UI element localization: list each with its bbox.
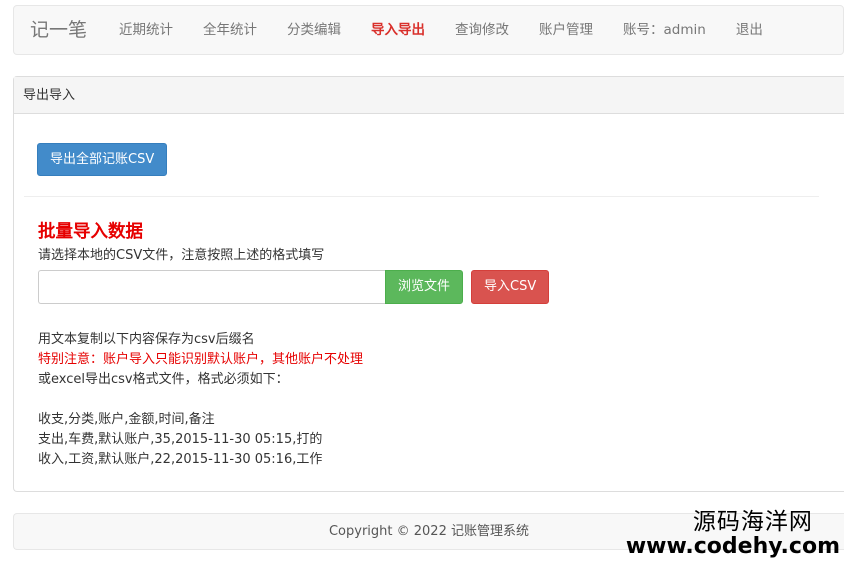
import-instructions: 用文本复制以下内容保存为csv后缀名 特别注意：账户导入只能识别默认账户，其他账… — [38, 330, 363, 470]
nav-query-modify[interactable]: 查询修改 — [440, 5, 524, 55]
nav-recent-stats[interactable]: 近期统计 — [104, 5, 188, 55]
watermark-en: www.codehy.com — [625, 534, 840, 559]
import-hint: 请选择本地的CSV文件，注意按照上述的格式填写 — [38, 248, 325, 263]
top-navbar: 记一笔 近期统计 全年统计 分类编辑 导入导出 查询修改 账户管理 账号：adm… — [13, 5, 844, 55]
nav-user-account[interactable]: 账号：admin — [608, 5, 721, 55]
sample-row: 收入,工资,默认账户,22,2015-11-30 05:16,工作 — [38, 452, 323, 467]
instruction-line: 用文本复制以下内容保存为csv后缀名 — [38, 332, 255, 347]
import-csv-button[interactable]: 导入CSV — [471, 270, 550, 304]
nav-account-manage[interactable]: 账户管理 — [524, 5, 608, 55]
watermark: 源码海洋网 www.codehy.com — [626, 508, 840, 558]
copyright-text: Copyright © 2022 记账管理系统 — [328, 524, 529, 539]
section-divider — [24, 196, 819, 197]
sample-header: 收支,分类,账户,金额,时间,备注 — [38, 412, 215, 427]
panel-title: 导出导入 — [14, 77, 844, 114]
nav-category-edit[interactable]: 分类编辑 — [272, 5, 356, 55]
watermark-cn: 源码海洋网 — [692, 509, 813, 535]
sample-row: 支出,车费,默认账户,35,2015-11-30 05:15,打的 — [38, 432, 323, 447]
nav-logout[interactable]: 退出 — [721, 5, 778, 55]
import-export-panel: 导出导入 导出全部记账CSV 批量导入数据 请选择本地的CSV文件，注意按照上述… — [13, 76, 844, 492]
import-title: 批量导入数据 — [38, 222, 143, 242]
export-csv-button[interactable]: 导出全部记账CSV — [37, 143, 168, 176]
nav-import-export[interactable]: 导入导出 — [356, 5, 440, 55]
instruction-warning: 特别注意：账户导入只能识别默认账户，其他账户不处理 — [38, 352, 364, 367]
brand-logo[interactable]: 记一笔 — [14, 5, 104, 55]
nav-annual-stats[interactable]: 全年统计 — [188, 5, 272, 55]
file-path-input[interactable] — [38, 270, 386, 304]
browse-file-button[interactable]: 浏览文件 — [385, 270, 464, 304]
instruction-line: 或excel导出csv格式文件，格式必须如下： — [38, 372, 289, 387]
